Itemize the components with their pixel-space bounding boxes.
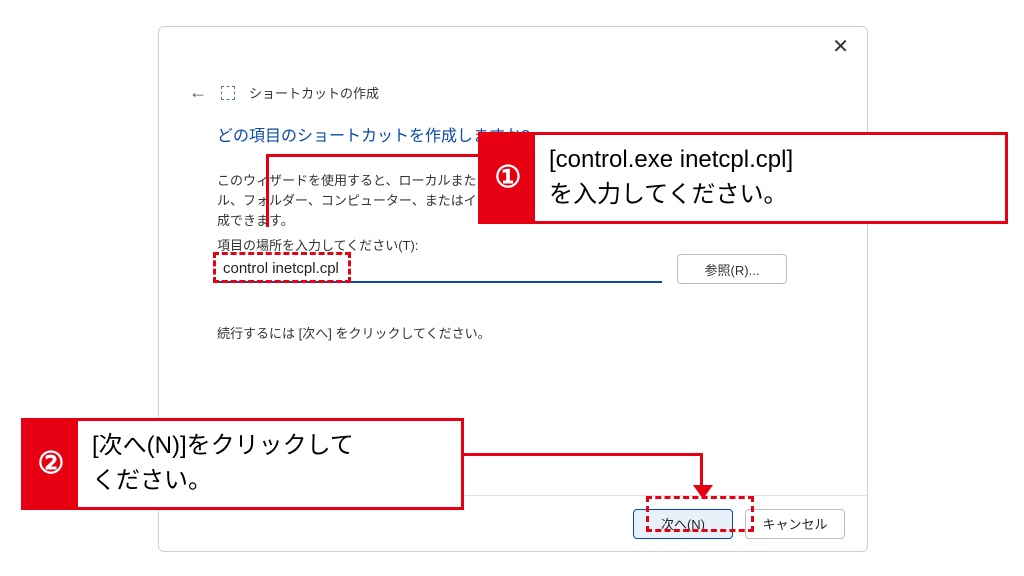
connector-line	[700, 453, 703, 489]
shortcut-icon	[221, 86, 235, 100]
continue-instruction: 続行するには [次へ] をクリックしてください。	[217, 323, 491, 342]
dialog-header: ← ショートカットの作成	[189, 82, 379, 103]
connector-line	[463, 453, 703, 456]
annotation-badge-1: ①	[481, 135, 535, 221]
location-label: 項目の場所を入力してください(T):	[217, 235, 418, 254]
connector-line	[266, 154, 269, 227]
browse-button[interactable]: 参照(R)...	[677, 254, 787, 284]
connector-line	[266, 154, 480, 157]
cancel-button[interactable]: キャンセル	[745, 509, 845, 539]
annotation-badge-2: ②	[24, 421, 78, 507]
back-icon[interactable]: ←	[189, 82, 207, 103]
arrow-down-icon	[693, 485, 713, 499]
close-icon[interactable]: ✕	[832, 37, 849, 57]
annotation-text-1: [control.exe inetcpl.cpl] を入力してください。	[535, 135, 807, 221]
next-button[interactable]: 次へ(N)	[633, 509, 733, 539]
annotation-callout-2: ② [次へ(N)]をクリックして ください。	[21, 418, 464, 510]
annotation-callout-1: ① [control.exe inetcpl.cpl] を入力してください。	[478, 132, 1008, 224]
location-input[interactable]	[217, 255, 662, 283]
dialog-title: ショートカットの作成	[249, 83, 379, 102]
annotation-text-2: [次へ(N)]をクリックして ください。	[78, 421, 368, 507]
